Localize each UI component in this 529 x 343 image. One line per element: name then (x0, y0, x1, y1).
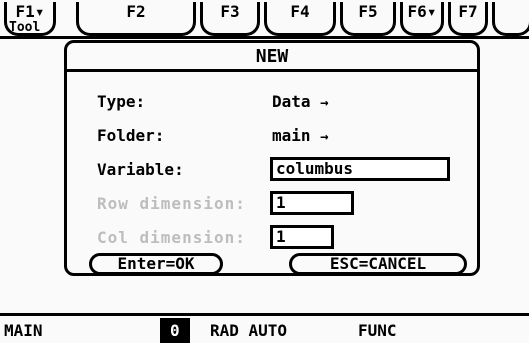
right-arrow-icon: → (320, 129, 329, 145)
ok-button[interactable]: Enter=OK (89, 253, 223, 275)
status-indicator: 0 (160, 318, 190, 343)
tab-f6-label: F6▾ (407, 2, 437, 21)
dialog-title: NEW (67, 43, 477, 72)
type-label: Type: (97, 92, 146, 111)
calculator-screen: F1▾ Tool F2 F3 F4 F5 F6▾ F7 NEW Type: Da… (0, 0, 529, 343)
type-value[interactable]: Data → (272, 91, 329, 114)
tab-f1-tools[interactable]: F1▾ Tool (4, 2, 56, 36)
tab-f5-label: F5 (358, 2, 378, 21)
cancel-button[interactable]: ESC=CANCEL (289, 253, 467, 275)
tab-f1-label: F1▾ (15, 2, 45, 21)
type-value-text: Data (272, 92, 311, 111)
tab-f2-label: F2 (126, 2, 146, 21)
tab-f3-label: F3 (220, 2, 240, 21)
right-arrow-icon: → (320, 95, 329, 111)
status-bar: MAIN 0 RAD AUTO FUNC (0, 318, 529, 343)
folder-value[interactable]: main → (272, 125, 329, 148)
tab-f4[interactable]: F4 (264, 2, 336, 36)
row-dimension-input[interactable]: 1 (270, 191, 354, 215)
new-variable-dialog: NEW Type: Data → Folder: main → Variable… (64, 40, 480, 276)
folder-label: Folder: (97, 126, 165, 145)
status-divider (0, 313, 529, 316)
col-dimension-label: Col dimension: (97, 228, 246, 247)
status-angle-mode: RAD AUTO (210, 321, 288, 340)
tab-f2[interactable]: F2 (76, 2, 196, 36)
variable-input[interactable]: columbus (270, 157, 450, 181)
tab-f5[interactable]: F5 (340, 2, 396, 36)
tab-f7[interactable]: F7 (448, 2, 488, 36)
folder-value-text: main (272, 126, 311, 145)
tab-f4-label: F4 (290, 2, 310, 21)
row-dimension-label: Row dimension: (97, 194, 246, 213)
tab-f6[interactable]: F6▾ (400, 2, 444, 36)
toolbar-divider (0, 36, 529, 39)
status-mode: MAIN (4, 321, 43, 340)
variable-label: Variable: (97, 160, 184, 179)
tab-f3[interactable]: F3 (200, 2, 260, 36)
tab-f8-partial[interactable] (492, 2, 529, 36)
col-dimension-input[interactable]: 1 (270, 225, 334, 249)
status-graph-mode: FUNC (358, 321, 397, 340)
tab-f1-sublabel: Tool (9, 20, 41, 35)
toolbar: F1▾ Tool F2 F3 F4 F5 F6▾ F7 (0, 0, 529, 44)
tab-f7-label: F7 (458, 2, 478, 21)
